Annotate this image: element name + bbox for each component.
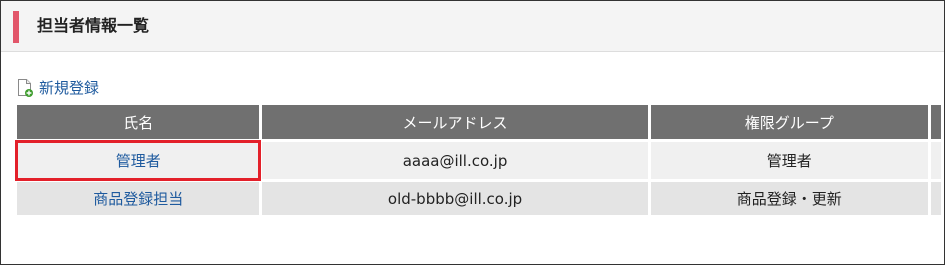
user-table: 氏名 メールアドレス 権限グループ 管理者 aaaa@ill.co.jp 管理者… [14,102,944,218]
new-registration-label: 新規登録 [39,79,100,97]
group-cell: 管理者 [650,142,929,179]
document-add-icon [17,78,34,98]
table-header-row: 氏名 メールアドレス 権限グループ [17,105,941,139]
extra-cell [931,142,941,179]
page-header: 担当者情報一覧 [1,1,944,52]
group-cell: 商品登録・更新 [650,182,929,215]
window-frame: 担当者情報一覧 新規登録 氏名 メールアドレス 権限グループ 管理者 aaaa@… [0,0,945,265]
column-header-extra [931,105,941,139]
email-cell: old-bbbb@ill.co.jp [262,182,648,215]
column-header-name: 氏名 [17,105,260,139]
new-registration-link[interactable]: 新規登録 [17,78,99,98]
extra-cell [931,182,941,215]
page-title: 担当者情報一覧 [37,16,150,35]
name-cell: 商品登録担当 [17,182,260,215]
table-row: 管理者 aaaa@ill.co.jp 管理者 [14,140,941,181]
email-cell: aaaa@ill.co.jp [262,142,648,179]
name-cell-highlighted: 管理者 [14,140,262,181]
user-name-link[interactable]: 管理者 [116,152,161,170]
header-accent-bar [13,11,19,43]
column-header-email: メールアドレス [262,105,648,139]
table-row: 商品登録担当 old-bbbb@ill.co.jp 商品登録・更新 [17,182,941,215]
column-header-group: 権限グループ [650,105,929,139]
user-name-link[interactable]: 商品登録担当 [93,190,183,208]
